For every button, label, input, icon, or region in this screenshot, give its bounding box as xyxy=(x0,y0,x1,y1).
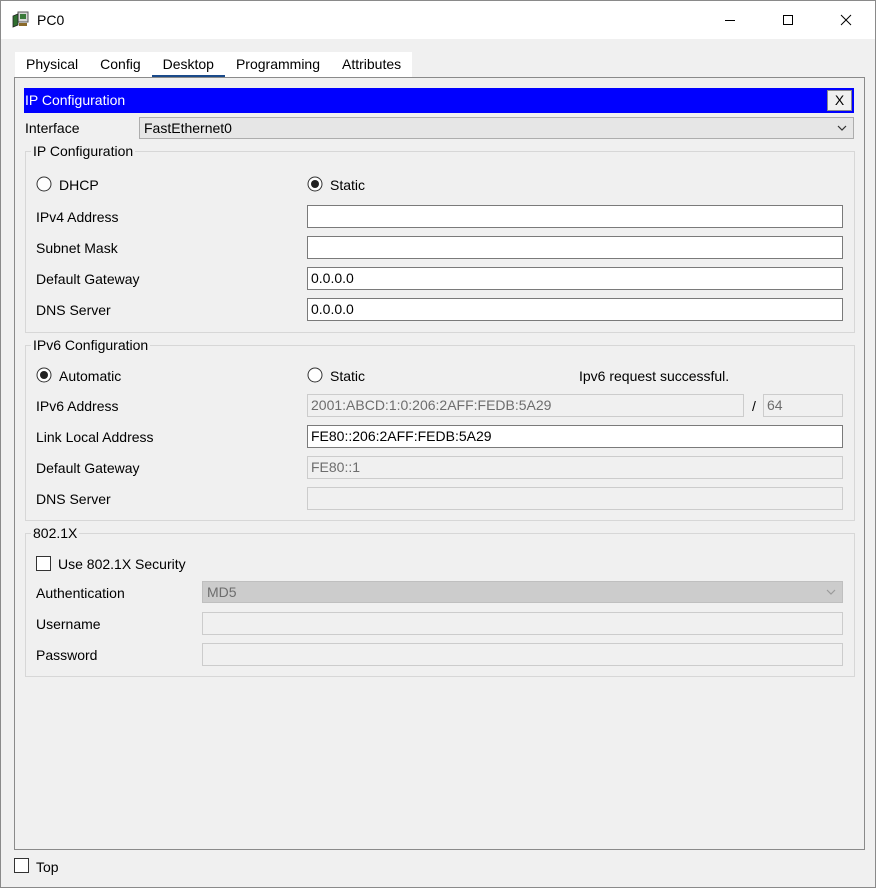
maximize-button[interactable] xyxy=(759,1,817,39)
username-label: Username xyxy=(36,616,101,632)
app-window: PC0 Physical Config Desktop Programming … xyxy=(0,0,876,888)
authentication-value: MD5 xyxy=(207,584,237,600)
tab-desktop[interactable]: Desktop xyxy=(151,52,225,78)
tab-bar: Physical Config Desktop Programming Attr… xyxy=(15,52,413,78)
use-8021x-checkbox[interactable] xyxy=(36,556,51,571)
authentication-select[interactable]: MD5 xyxy=(202,581,843,603)
ipv6-prefix-length-input[interactable]: 64 xyxy=(763,394,843,417)
dns-server-label: DNS Server xyxy=(36,302,111,318)
chevron-down-icon xyxy=(837,125,847,131)
ip-config-close-button[interactable]: X xyxy=(827,90,852,111)
use-8021x-label: Use 802.1X Security xyxy=(58,556,186,572)
interface-select[interactable]: FastEthernet0 xyxy=(139,117,854,139)
username-input[interactable] xyxy=(202,612,843,635)
ipv6-address-input[interactable]: 2001:ABCD:1:0:206:2AFF:FEDB:5A29 xyxy=(307,394,744,417)
prefix-separator: / xyxy=(752,398,756,414)
ipv6-dns-server-label: DNS Server xyxy=(36,491,111,507)
minimize-icon xyxy=(725,20,735,21)
ipv6-dns-server-input[interactable] xyxy=(307,487,843,510)
dns-server-input[interactable]: 0.0.0.0 xyxy=(307,298,843,321)
ipv6-status-text: Ipv6 request successful. xyxy=(579,368,730,384)
chevron-down-icon xyxy=(826,589,836,595)
tab-physical[interactable]: Physical xyxy=(15,52,90,78)
subnet-mask-label: Subnet Mask xyxy=(36,240,118,256)
ipv6-automatic-label: Automatic xyxy=(59,368,122,384)
title-bar: PC0 xyxy=(1,1,875,39)
tab-attributes[interactable]: Attributes xyxy=(331,52,413,78)
dhcp-radio[interactable] xyxy=(36,176,52,192)
window-title: PC0 xyxy=(37,12,65,28)
authentication-label: Authentication xyxy=(36,585,125,601)
subnet-mask-input[interactable] xyxy=(307,236,843,259)
close-button[interactable] xyxy=(817,1,875,39)
ipv6-static-radio[interactable] xyxy=(307,367,323,383)
password-label: Password xyxy=(36,647,98,663)
ipv6-default-gateway-input[interactable]: FE80::1 xyxy=(307,456,843,479)
dhcp-label: DHCP xyxy=(59,177,99,193)
default-gateway-label: Default Gateway xyxy=(36,271,140,287)
ipv6-group-title: IPv6 Configuration xyxy=(31,337,151,353)
tab-programming[interactable]: Programming xyxy=(224,52,331,78)
top-label: Top xyxy=(36,859,59,875)
ipv6-automatic-radio[interactable] xyxy=(36,367,52,383)
top-checkbox[interactable] xyxy=(14,858,29,873)
ipv6-address-label: IPv6 Address xyxy=(36,398,119,414)
ipv6-default-gateway-label: Default Gateway xyxy=(36,460,140,476)
ip-config-header: IP Configuration X xyxy=(24,88,854,113)
dot1x-group-title: 802.1X xyxy=(31,525,80,541)
static-label: Static xyxy=(330,177,366,193)
interface-value: FastEthernet0 xyxy=(144,120,232,136)
tab-config[interactable]: Config xyxy=(89,52,152,78)
ipv4-group-title: IP Configuration xyxy=(31,143,136,159)
packet-tracer-pc-icon xyxy=(11,10,31,30)
close-icon xyxy=(840,14,852,26)
minimize-button[interactable] xyxy=(701,1,759,39)
ip-config-title: IP Configuration xyxy=(25,92,126,108)
ipv4-address-input[interactable] xyxy=(307,205,843,228)
maximize-icon xyxy=(783,15,793,25)
link-local-label: Link Local Address xyxy=(36,429,154,445)
interface-label: Interface xyxy=(25,120,80,136)
ipv6-static-label: Static xyxy=(330,368,366,384)
default-gateway-input[interactable]: 0.0.0.0 xyxy=(307,267,843,290)
static-radio[interactable] xyxy=(307,176,323,192)
ipv4-address-label: IPv4 Address xyxy=(36,209,119,225)
link-local-input[interactable]: FE80::206:2AFF:FEDB:5A29 xyxy=(307,425,843,448)
password-input[interactable] xyxy=(202,643,843,666)
